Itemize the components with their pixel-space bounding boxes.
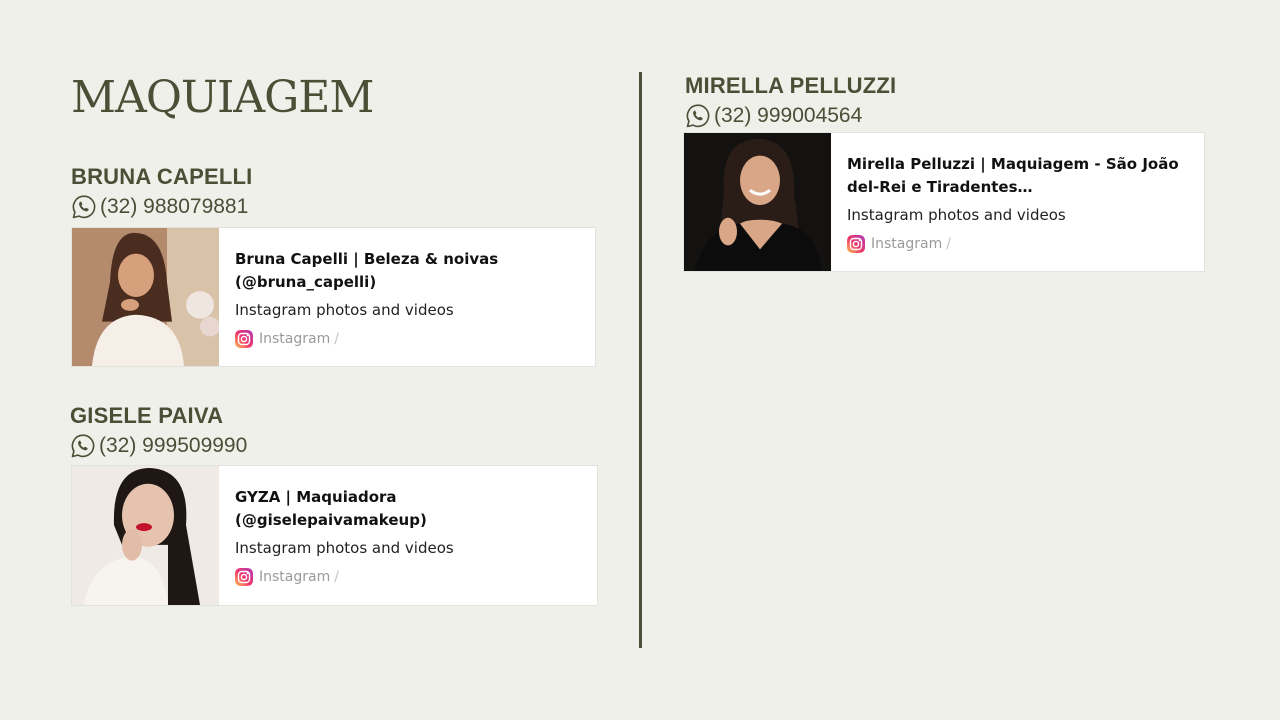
card-source: Instagram /	[847, 235, 1188, 253]
artist-gisele-paiva: GISELE PAIVA (32) 999509990	[70, 403, 247, 461]
card-description: Instagram photos and videos	[235, 539, 454, 557]
instagram-icon	[847, 235, 865, 253]
instagram-icon	[235, 568, 253, 586]
artist-mirella-pelluzzi: MIRELLA PELLUZZI (32) 999004564	[685, 73, 896, 131]
phone-row: (32) 999004564	[685, 101, 896, 131]
card-body: GYZA | Maquiadora (@giselepaivamakeup) I…	[219, 466, 597, 605]
source-separator: /	[334, 569, 339, 585]
card-title[interactable]: GYZA | Maquiadora (@giselepaivamakeup)	[235, 486, 581, 532]
whatsapp-icon	[72, 195, 96, 219]
source-separator: /	[946, 236, 951, 252]
artist-name: GISELE PAIVA	[70, 403, 224, 428]
phone-number[interactable]: (32) 988079881	[100, 195, 248, 219]
artist-name: MIRELLA PELLUZZI	[685, 73, 897, 98]
profile-photo	[72, 228, 219, 366]
whatsapp-icon	[686, 104, 710, 128]
phone-number[interactable]: (32) 999509990	[99, 434, 247, 458]
profile-photo	[72, 466, 219, 605]
source-separator: /	[334, 331, 339, 347]
instagram-link-card[interactable]: GYZA | Maquiadora (@giselepaivamakeup) I…	[71, 465, 598, 606]
card-description: Instagram photos and videos	[847, 206, 1066, 224]
source-label: Instagram	[259, 569, 331, 585]
phone-number[interactable]: (32) 999004564	[714, 104, 862, 128]
profile-photo	[684, 133, 831, 271]
instagram-link-card[interactable]: Bruna Capelli | Beleza & noivas (@bruna_…	[71, 227, 596, 367]
card-source: Instagram /	[235, 330, 579, 348]
artist-bruna-capelli: BRUNA CAPELLI (32) 988079881	[71, 164, 252, 222]
instagram-icon	[235, 330, 253, 348]
whatsapp-icon	[71, 434, 95, 458]
card-description: Instagram photos and videos	[235, 301, 454, 319]
card-title[interactable]: Mirella Pelluzzi | Maquiagem - São João …	[847, 153, 1188, 199]
instagram-link-card[interactable]: Mirella Pelluzzi | Maquiagem - São João …	[683, 132, 1205, 272]
page-title: MAQUIAGEM	[71, 72, 374, 123]
source-label: Instagram	[871, 236, 943, 252]
card-source: Instagram /	[235, 568, 581, 586]
card-title[interactable]: Bruna Capelli | Beleza & noivas (@bruna_…	[235, 248, 579, 294]
card-body: Mirella Pelluzzi | Maquiagem - São João …	[831, 133, 1204, 271]
phone-row: (32) 988079881	[71, 192, 252, 222]
card-body: Bruna Capelli | Beleza & noivas (@bruna_…	[219, 228, 595, 366]
column-divider	[639, 72, 642, 648]
artist-name: BRUNA CAPELLI	[71, 164, 253, 189]
phone-row: (32) 999509990	[70, 431, 247, 461]
source-label: Instagram	[259, 331, 331, 347]
